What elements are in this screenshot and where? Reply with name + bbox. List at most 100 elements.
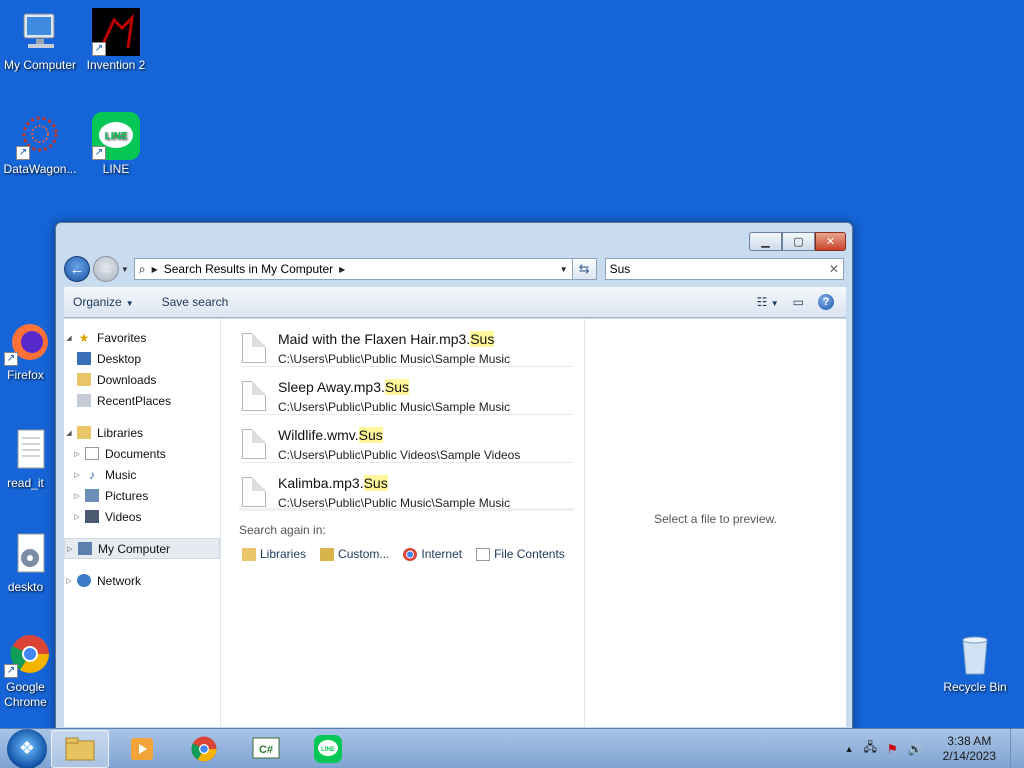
file-icon (242, 429, 266, 459)
action-center-icon[interactable]: ⚑ (887, 742, 898, 756)
search-again-file-contents[interactable]: File Contents (476, 547, 565, 561)
taskbar-csharp-app[interactable]: C# (237, 730, 295, 768)
help-icon[interactable]: ? (818, 294, 834, 310)
desktop-icon-read-it[interactable]: read_it (0, 426, 58, 490)
desktop-icon-label: LINE (102, 162, 130, 176)
search-again-custom[interactable]: Custom... (320, 547, 389, 561)
list-item[interactable]: Kalimba.mp3.Sus C:\Users\Public\Public M… (239, 463, 574, 511)
desktop-icon-my-computer[interactable]: My Computer (0, 8, 80, 72)
view-options-icon[interactable]: ☷ ▼ (757, 295, 779, 309)
desktop-icon-label: read_it (7, 476, 44, 490)
organize-menu[interactable]: Organize ▼ (73, 295, 134, 309)
save-search-button[interactable]: Save search (162, 295, 229, 309)
address-bar[interactable]: ⌕ ▶ Search Results in My Computer ▶ ▼ (133, 258, 573, 280)
file-name: Maid with the Flaxen Hair.mp3.Sus (278, 331, 495, 347)
minimize-button[interactable]: ▁ (749, 232, 782, 251)
expand-icon[interactable]: ▷ (65, 545, 75, 553)
back-button[interactable]: ← (64, 256, 90, 282)
expand-icon[interactable]: ▷ (64, 577, 74, 585)
expand-icon[interactable]: ▷ (72, 513, 82, 521)
desktop-icon-chrome[interactable]: ↗ Google Chrome (0, 630, 58, 710)
taskbar-explorer[interactable] (51, 729, 109, 768)
nav-item-network[interactable]: ▷ Network (64, 570, 220, 591)
music-icon: ♪ (89, 467, 95, 482)
clear-search-icon[interactable]: ✕ (829, 262, 839, 276)
clock[interactable]: 3:38 AM 2/14/2023 (943, 734, 996, 764)
desktop-icon-label: DataWagon... (3, 162, 77, 176)
nav-item-pictures[interactable]: ▷ Pictures (64, 485, 220, 506)
match-highlight: Sus (470, 331, 495, 347)
desktop-icon-firefox[interactable]: ↗ Firefox (0, 318, 58, 382)
system-tray: ▲ 🖧 ⚑ 🔊 3:38 AM 2/14/2023 (845, 734, 996, 764)
nav-item-desktop[interactable]: Desktop (64, 348, 220, 369)
file-path: C:\Users\Public\Public Music\Sample Musi… (278, 400, 511, 414)
recent-pages-dropdown[interactable]: ▼ (121, 265, 131, 274)
navigation-pane: ◢ ★ Favorites Desktop Downloads RecentPlac… (64, 319, 221, 727)
nav-item-documents[interactable]: ▷ Documents (64, 443, 220, 464)
search-input[interactable] (609, 262, 829, 276)
chevron-down-icon: ▼ (125, 299, 134, 308)
taskbar-media-player[interactable] (113, 730, 171, 768)
expand-icon[interactable]: ▷ (72, 492, 82, 500)
nav-item-downloads[interactable]: Downloads (64, 369, 220, 390)
organize-label: Organize (73, 295, 122, 309)
recycle-bin-icon (951, 630, 999, 678)
nav-item-favorites[interactable]: ◢ ★ Favorites (64, 327, 220, 348)
show-desktop-button[interactable] (1010, 728, 1024, 768)
desktop-icon-label: Google Chrome (4, 680, 47, 709)
recent-places-icon (76, 394, 92, 408)
list-item[interactable]: Sleep Away.mp3.Sus C:\Users\Public\Publi… (239, 367, 574, 415)
network-icon (76, 574, 92, 588)
expand-icon[interactable]: ◢ (64, 429, 74, 437)
chrome-icon (191, 736, 217, 761)
videos-icon (84, 510, 100, 524)
preview-pane: Select a file to preview. (585, 319, 846, 727)
start-button[interactable]: ❖ (7, 728, 47, 768)
preview-pane-icon[interactable]: ▭ (793, 295, 804, 309)
nav-item-libraries[interactable]: ◢ Libraries (64, 422, 220, 443)
refresh-button[interactable]: ⇆ (572, 258, 597, 280)
nav-item-videos[interactable]: ▷ Videos (64, 506, 220, 527)
clock-time: 3:38 AM (947, 733, 992, 748)
explorer-body: ◢ ★ Favorites Desktop Downloads RecentPlac… (64, 319, 846, 727)
maximize-button[interactable]: ▢ (782, 232, 815, 251)
expand-icon[interactable]: ▷ (72, 450, 82, 458)
desktop-icon-recycle-bin[interactable]: Recycle Bin (935, 630, 1015, 694)
search-again-internet[interactable]: Internet (403, 547, 462, 561)
desktop-icon-desktop-ini[interactable]: deskto (0, 530, 58, 594)
search-box[interactable]: ✕ (604, 258, 844, 280)
expand-icon[interactable]: ◢ (64, 334, 74, 342)
volume-icon[interactable]: 🔊 (908, 742, 923, 756)
desktop-icon-label: Invention 2 (86, 58, 146, 72)
star-icon: ★ (78, 330, 90, 345)
forward-button[interactable]: → (92, 256, 119, 282)
list-item[interactable]: Wildlife.wmv.Sus C:\Users\Public\Public … (239, 415, 574, 463)
line-icon: LINE (314, 734, 342, 763)
show-hidden-icons-icon[interactable]: ▲ (845, 744, 854, 754)
list-item[interactable]: Maid with the Flaxen Hair.mp3.Sus C:\Use… (239, 319, 574, 367)
desktop-icon-datawagon[interactable]: ↗ DataWagon... (0, 112, 80, 176)
address-dropdown-icon[interactable]: ▼ (556, 265, 572, 274)
taskbar-chrome[interactable] (175, 730, 233, 768)
media-player-icon (131, 737, 153, 760)
preview-message: Select a file to preview. (654, 512, 777, 526)
nav-item-music[interactable]: ▷ ♪ Music (64, 464, 220, 485)
file-name: Kalimba.mp3.Sus (278, 475, 388, 491)
chrome-icon (403, 547, 418, 561)
expand-icon[interactable]: ▷ (72, 471, 82, 479)
documents-icon (84, 447, 100, 461)
chevron-right-icon[interactable]: ▶ (339, 265, 345, 274)
libraries-icon (76, 426, 92, 440)
csharp-icon: C# (252, 737, 280, 758)
search-again-libraries[interactable]: Libraries (242, 547, 306, 561)
shortcut-arrow-icon: ↗ (4, 352, 18, 366)
desktop-icon-invention[interactable]: ↗ Invention 2 (76, 8, 156, 72)
nav-item-recent-places[interactable]: RecentPlaces (64, 390, 220, 411)
nav-item-my-computer[interactable]: ▷ My Computer (64, 538, 220, 559)
close-button[interactable]: ✕ (815, 232, 846, 251)
taskbar-line[interactable]: LINE (299, 730, 357, 768)
desktop-icon-line[interactable]: LINE ↗ LINE (76, 112, 156, 176)
computer-icon (77, 542, 93, 556)
network-status-icon[interactable]: 🖧 (864, 738, 877, 759)
breadcrumb[interactable]: Search Results in My Computer (164, 262, 333, 276)
